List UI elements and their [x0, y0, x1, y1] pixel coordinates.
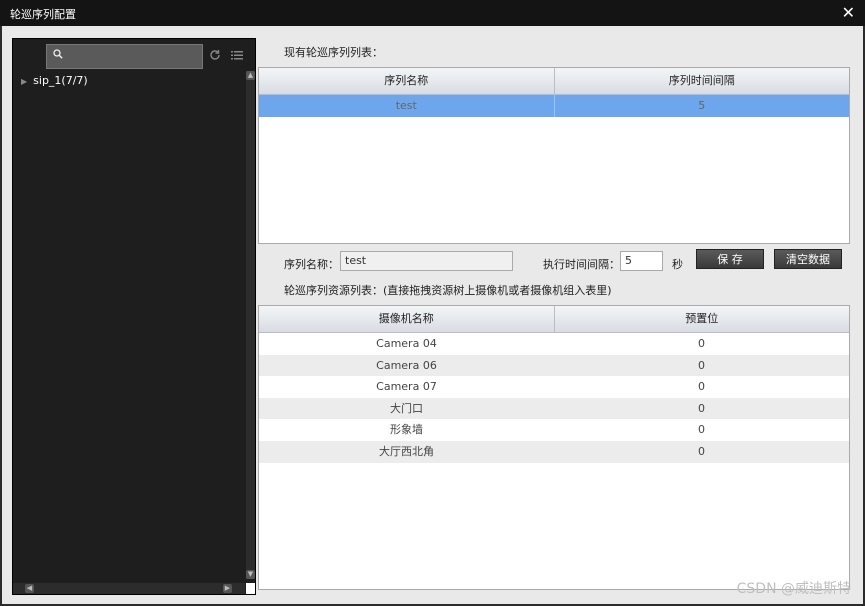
- sequence-table: 序列名称 序列时间间隔 test 5: [258, 67, 850, 244]
- table-row[interactable]: test 5: [259, 95, 849, 117]
- preset-cell: 0: [698, 380, 705, 394]
- sequence-interval-cell: 5: [698, 99, 706, 112]
- scrollbar-corner: [246, 583, 255, 594]
- window-title: 轮巡序列配置: [10, 8, 76, 21]
- resource-list-label: 轮巡序列资源列表：(直接拖拽资源树上摄像机或者摄像机组入表里): [284, 284, 612, 297]
- resource-table: 摄像机名称 预置位 Camera 04 0 Camera 06 0 Camera…: [258, 305, 850, 590]
- tree-horizontal-scrollbar[interactable]: ◀ ▶: [13, 583, 245, 594]
- table-row[interactable]: Camera 06 0: [259, 354, 849, 377]
- search-input[interactable]: [69, 47, 198, 66]
- table-row[interactable]: 形象墙 0: [259, 419, 849, 441]
- table-row[interactable]: Camera 07 0: [259, 376, 849, 398]
- interval-unit: 秒: [672, 258, 683, 271]
- preset-cell: 0: [698, 444, 705, 458]
- preset-cell: 0: [698, 423, 705, 437]
- sequence-table-header: 序列名称 序列时间间隔: [259, 68, 849, 95]
- search-box[interactable]: [46, 44, 203, 69]
- dialog-body: ▶ sip_1(7/7) ▲ ▼ ◀ ▶ 现有轮巡序列列表： 序列名称 序列时间间…: [2, 26, 863, 604]
- list-view-icon[interactable]: [230, 48, 244, 62]
- preset-cell: 0: [698, 337, 705, 350]
- table-row[interactable]: Camera 04 0: [259, 333, 849, 355]
- watermark: CSDN @威迪斯特: [736, 581, 851, 597]
- sequence-name-cell: test: [259, 95, 555, 117]
- sequence-name-label: 序列名称：: [284, 258, 339, 271]
- save-button[interactable]: 保 存: [696, 249, 764, 269]
- interval-label: 执行时间间隔：: [543, 258, 620, 271]
- camera-name-cell: Camera 07: [376, 380, 437, 394]
- scroll-down-icon[interactable]: ▼: [246, 570, 255, 579]
- interval-input[interactable]: 5: [620, 251, 663, 271]
- sequence-list-label: 现有轮巡序列列表：: [284, 46, 383, 59]
- tree-vertical-scrollbar[interactable]: ▲ ▼: [246, 71, 255, 579]
- expand-arrow-icon[interactable]: ▶: [21, 77, 27, 86]
- camera-name-cell: 大门口: [390, 401, 423, 415]
- title-bar: 轮巡序列配置 ✕: [0, 0, 865, 26]
- tree-node-sip1[interactable]: ▶ sip_1(7/7): [21, 74, 88, 87]
- scroll-left-icon[interactable]: ◀: [25, 584, 34, 593]
- column-header-camera-name[interactable]: 摄像机名称: [259, 306, 555, 332]
- sequence-name-input[interactable]: test: [340, 251, 513, 271]
- camera-name-cell: Camera 04: [376, 337, 437, 350]
- column-header-sequence-interval[interactable]: 序列时间间隔: [555, 68, 850, 94]
- preset-cell: 0: [698, 401, 705, 415]
- camera-name-cell: 形象墙: [390, 423, 423, 437]
- resource-tree-panel: ▶ sip_1(7/7) ▲ ▼ ◀ ▶: [12, 38, 256, 595]
- scroll-right-icon[interactable]: ▶: [223, 584, 232, 593]
- scroll-up-icon[interactable]: ▲: [246, 71, 255, 80]
- preset-cell: 0: [698, 358, 705, 372]
- resource-table-header: 摄像机名称 预置位: [259, 306, 849, 333]
- column-header-preset[interactable]: 预置位: [555, 306, 850, 332]
- table-row[interactable]: 大门口 0: [259, 397, 849, 420]
- camera-name-cell: Camera 06: [376, 358, 437, 372]
- camera-name-cell: 大厅西北角: [379, 444, 434, 458]
- close-icon[interactable]: ✕: [842, 3, 855, 22]
- clear-data-button[interactable]: 清空数据: [774, 249, 842, 269]
- table-row[interactable]: 大厅西北角 0: [259, 440, 849, 463]
- tree-node-label: sip_1(7/7): [33, 74, 88, 87]
- column-header-sequence-name[interactable]: 序列名称: [259, 68, 555, 94]
- refresh-icon[interactable]: [208, 48, 222, 62]
- search-icon: [53, 49, 63, 59]
